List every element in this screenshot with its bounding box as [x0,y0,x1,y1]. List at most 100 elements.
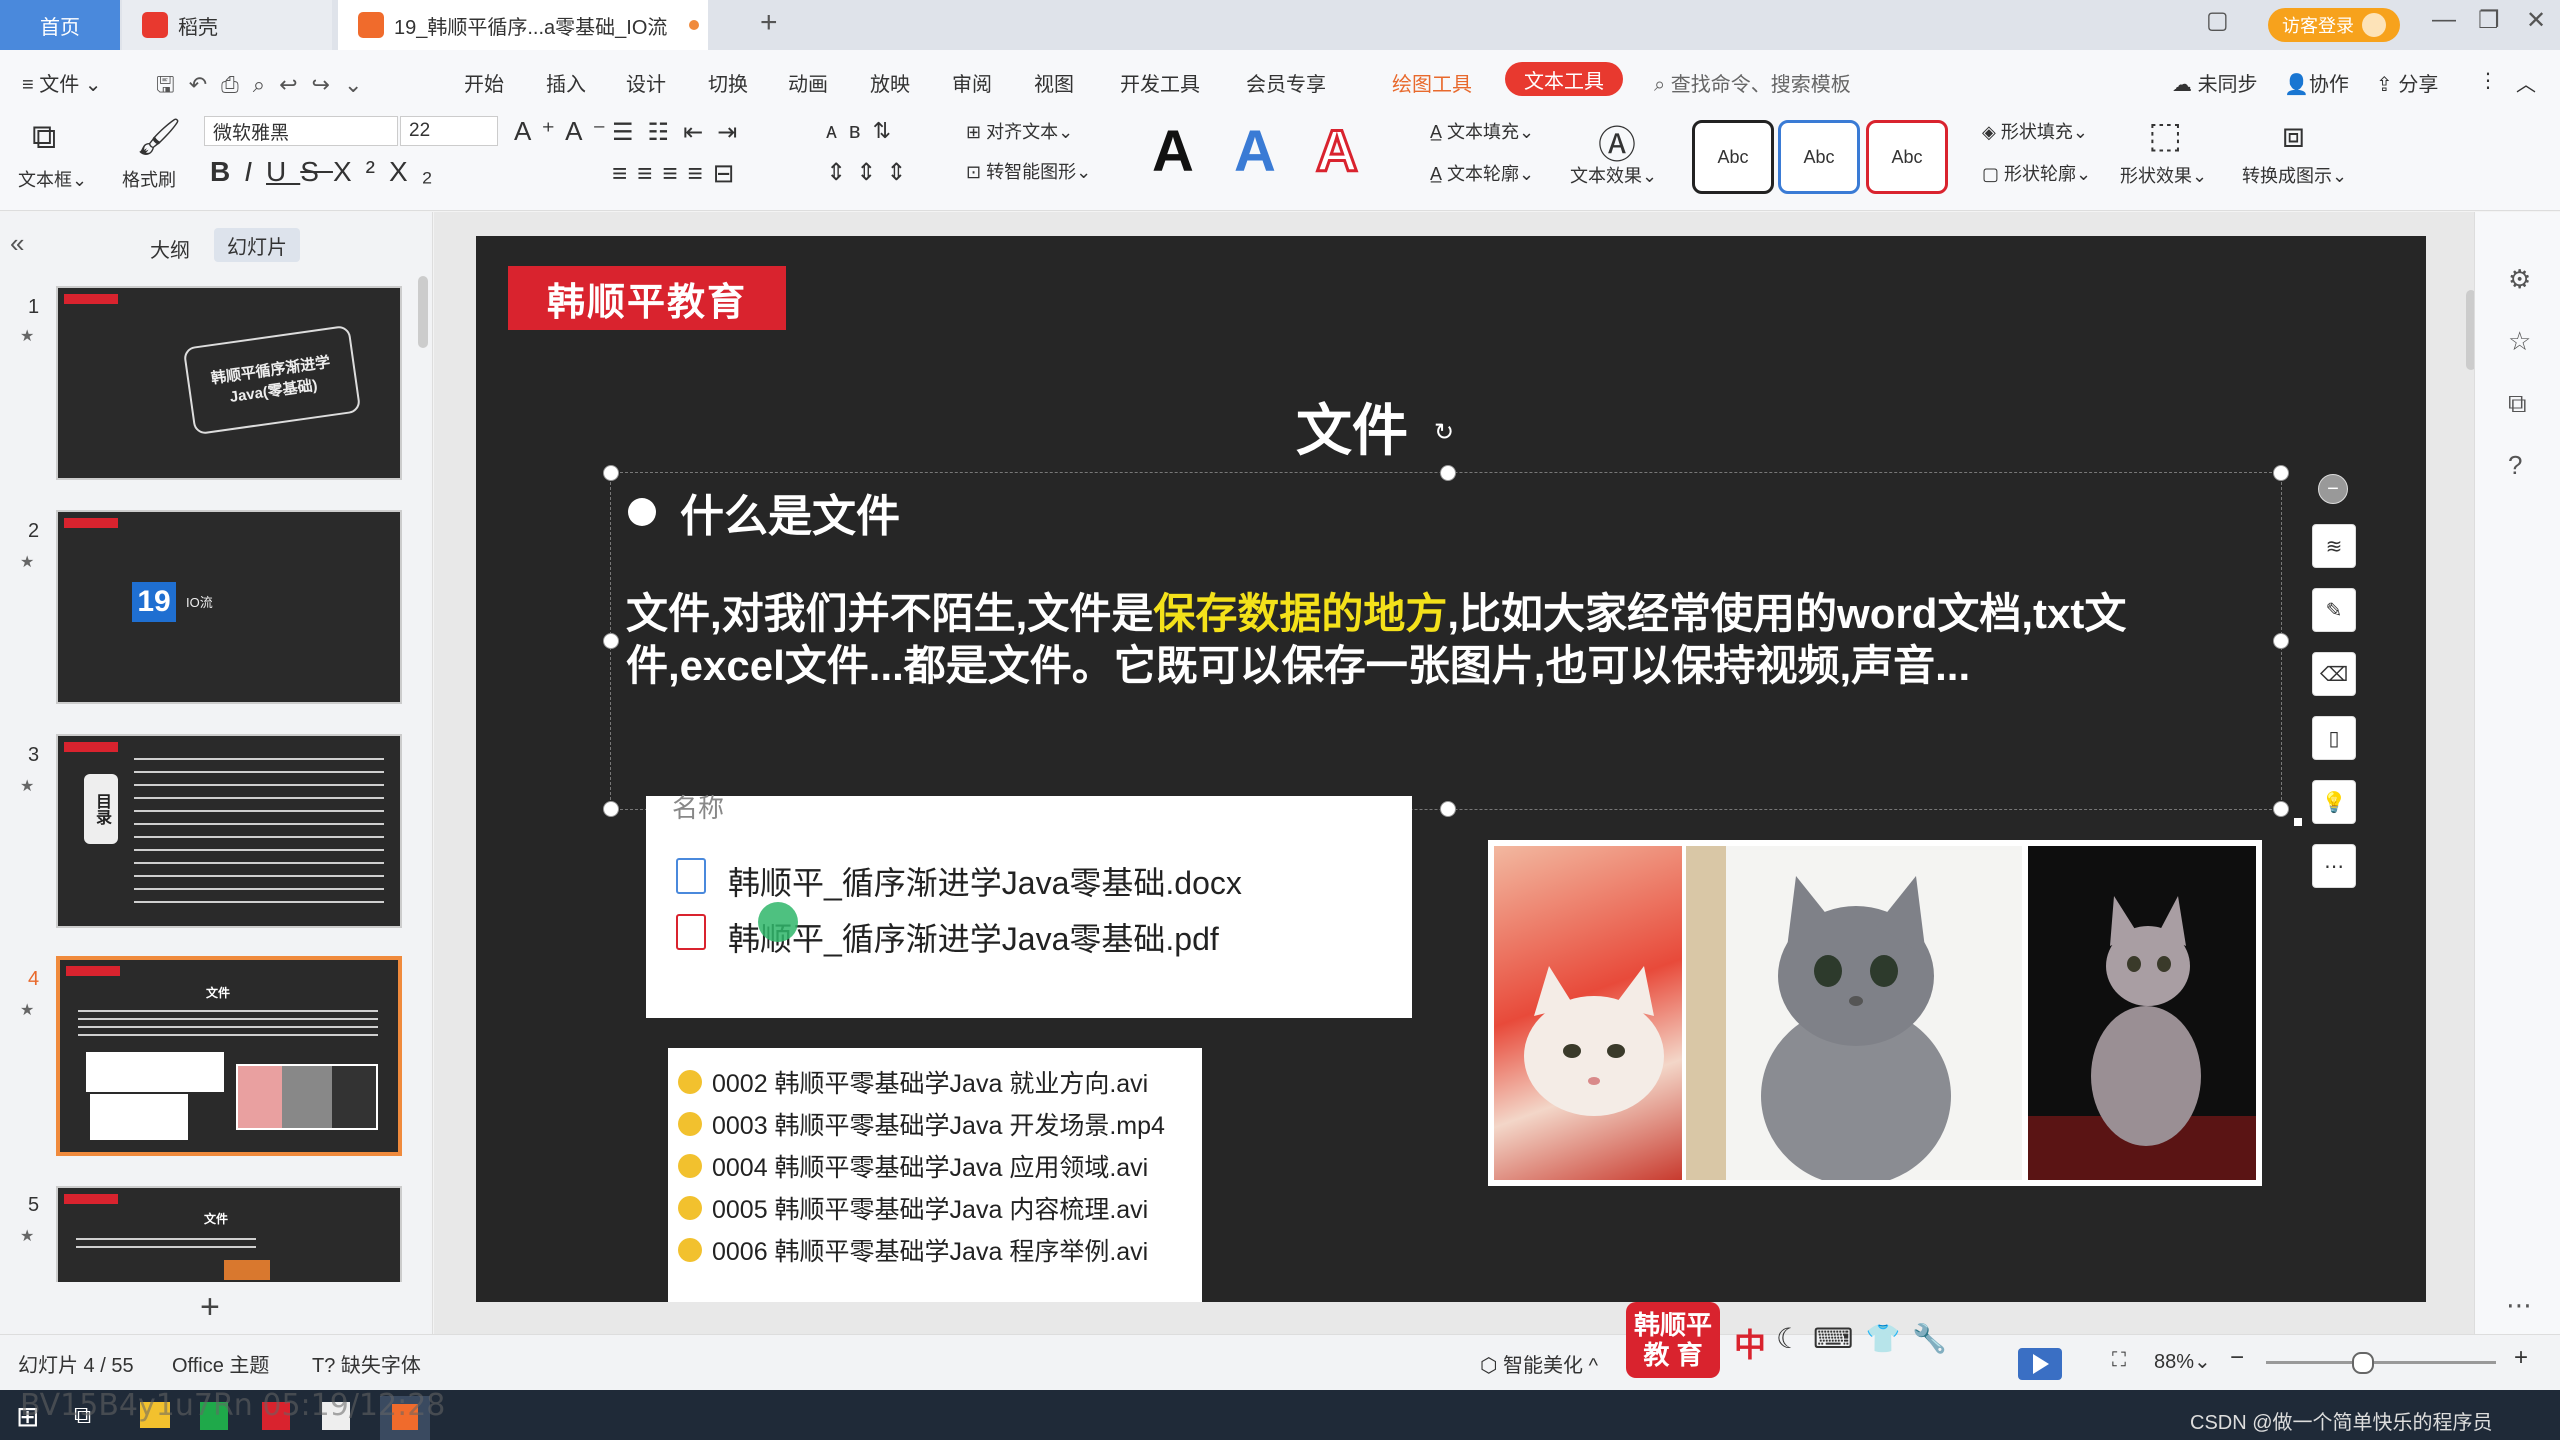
slides-icon[interactable]: ⧉ [2508,388,2527,420]
collapse-ribbon-icon[interactable]: ︿ [2516,68,2536,97]
shape-fill-button[interactable]: ◈ 形状填充⌄ [1982,118,2088,144]
tab-document[interactable]: 19_韩顺平循序...a零基础_IO流 [338,0,708,50]
sidebar-more-icon[interactable]: ⋯ [2506,1290,2532,1321]
font-size-select[interactable]: 22 [400,116,498,146]
zoom-in-icon[interactable]: + [2514,1344,2528,1372]
frame-icon[interactable]: ▯ [2312,716,2356,760]
add-slide-icon[interactable]: + [200,1288,220,1327]
star-icon[interactable]: ☆ [2508,326,2531,357]
menu-item[interactable]: 视图 [1034,68,1074,97]
text-style-red-outline[interactable]: A [1315,118,1360,186]
menu-item[interactable]: 切换 [708,68,748,97]
missing-font-button[interactable]: T? 缺失字体 [312,1349,421,1378]
slide-thumbnail-4[interactable]: 文件 [56,956,402,1156]
zoom-slider[interactable] [2266,1361,2496,1364]
close-icon[interactable]: ✕ [2526,6,2546,35]
sync-button[interactable]: ☁ 未同步 [2172,68,2258,97]
zoom-out-icon[interactable]: − [2230,1344,2244,1372]
rotate-handle-icon[interactable]: ↻ [1434,418,1454,447]
convert-diagram-button[interactable]: 转换成图示⌄ [2242,162,2347,188]
resize-handle[interactable] [2273,633,2289,649]
tab-daoke[interactable]: 稻壳 [122,0,332,50]
menu-item[interactable]: 开发工具 [1120,68,1200,97]
theme-name[interactable]: Office 主题 [172,1349,269,1378]
share-button[interactable]: ⇪ 分享 [2376,68,2438,97]
layers-icon[interactable]: ≋ [2312,524,2356,568]
tab-outline[interactable]: 大纲 [150,234,190,263]
text-style-blue[interactable]: A [1234,118,1276,185]
text-outline-button[interactable]: A̲ 文本轮廓⌄ [1430,160,1534,186]
spacing-buttons[interactable]: ⇕⇕⇕ [826,158,916,187]
shape-outline-button[interactable]: ▢ 形状轮廓⌄ [1982,160,2091,186]
text-style-black[interactable]: A [1152,118,1194,185]
slide-thumbnail-1[interactable]: 韩顺平循序渐进学Java(零基础) [56,286,402,480]
font-grow-shrink[interactable]: A⁺A⁻ [514,116,616,147]
shape-style-red[interactable]: Abc [1866,120,1948,194]
panel-scrollbar[interactable] [418,276,428,348]
slide-title[interactable]: 文件 [1296,386,1408,467]
zoom-out-float-icon[interactable]: − [2318,474,2348,504]
tab-home[interactable]: 首页 [0,0,120,50]
restore-icon[interactable]: ❐ [2478,6,2500,35]
eraser-icon[interactable]: ⌫ [2312,652,2356,696]
shape-effect-icon[interactable]: ⬚ [2148,114,2182,156]
menu-file[interactable]: ≡ 文件 ⌄ [22,68,102,97]
format-painter-icon[interactable]: 🖌 [136,116,182,158]
smart-beautify-button[interactable]: ⬡ 智能美化 ^ [1480,1349,1598,1378]
text-direction-buttons[interactable]: ᴀʙ⇅ [826,118,903,144]
tab-text-tool[interactable]: 文本工具 [1505,62,1623,96]
zoom-slider-thumb[interactable] [2352,1352,2374,1374]
idea-icon[interactable]: 💡 [2312,780,2356,824]
convert-diagram-icon[interactable]: ⧈ [2282,114,2305,157]
text-selection-frame[interactable] [610,472,2282,810]
cat-photos-frame[interactable] [1488,840,2262,1186]
resize-handle[interactable] [2273,465,2289,481]
format-painter-button[interactable]: 格式刷 [122,166,176,192]
font-family-select[interactable]: 微软雅黑 [204,116,398,146]
quick-access-icons[interactable]: 🖫↶⎙⌕↩↪⌄ [156,68,376,106]
visitor-login-button[interactable]: 访客登录 [2268,8,2400,42]
help-icon[interactable]: ? [2508,450,2522,481]
more-icon[interactable]: ⋮ [2478,68,2498,93]
search-command[interactable]: ⌕ 查找命令、搜索模板 [1654,68,1851,97]
zoom-level[interactable]: 88%⌄ [2154,1349,2211,1374]
slide-thumbnail-3[interactable]: 目录 [56,734,402,928]
new-tab-icon[interactable]: + [760,6,778,40]
fit-window-icon[interactable]: ⛶ [2112,1349,2126,1372]
text-effect-icon[interactable]: Ⓐ [1598,114,1636,169]
resize-handle[interactable] [1440,801,1456,817]
more-float-icon[interactable]: ⋯ [2312,844,2356,888]
menu-item[interactable]: 动画 [788,68,828,97]
collapse-panel-icon[interactable]: « [10,228,24,259]
shape-effect-button[interactable]: 形状效果⌄ [2120,162,2207,188]
window-layout-icon[interactable]: ▢ [2206,6,2229,35]
menu-item[interactable]: 放映 [870,68,910,97]
menu-item[interactable]: 绘图工具 [1392,68,1472,97]
slide-thumbnail-2[interactable]: 19 IO流 [56,510,402,704]
collab-button[interactable]: 👤协作 [2284,68,2349,97]
format-buttons[interactable]: BIUSX²X₂ [210,156,446,188]
resize-handle[interactable] [603,465,619,481]
smart-graphic-button[interactable]: ⊡ 转智能图形⌄ [966,158,1091,184]
ime-indicator[interactable]: 中 [1734,1320,1766,1366]
pen-icon[interactable]: ✎ [2312,588,2356,632]
textbox-icon[interactable]: ⧉ [32,118,56,157]
resize-handle[interactable] [603,633,619,649]
properties-icon[interactable]: ⚙ [2508,264,2531,295]
resize-handle[interactable] [1440,465,1456,481]
ime-tool-icons[interactable]: ☾⌨👕🔧 [1776,1322,1959,1355]
menu-item[interactable]: 开始 [464,68,504,97]
slide-canvas[interactable]: 韩顺平教育 文件 ↻ 什么是文件 文件,对我们并不陌生,文件是保存数据的地方,比… [476,236,2426,1302]
shape-style-blue[interactable]: Abc [1778,120,1860,194]
shape-style-black[interactable]: Abc [1692,120,1774,194]
resize-handle[interactable] [2273,801,2289,817]
slide-thumbnail-5[interactable]: 文件 [56,1186,402,1282]
play-slideshow-button[interactable] [2018,1348,2062,1380]
textbox-button[interactable]: 文本框⌄ [18,166,87,192]
list-buttons[interactable]: ☰☷⇤⇥ [612,118,751,147]
menu-item[interactable]: 设计 [626,68,666,97]
resize-handle[interactable] [603,801,619,817]
text-effect-button[interactable]: 文本效果⌄ [1570,162,1657,188]
menu-item[interactable]: 审阅 [952,68,992,97]
align-text-button[interactable]: ⊞ 对齐文本⌄ [966,118,1073,144]
